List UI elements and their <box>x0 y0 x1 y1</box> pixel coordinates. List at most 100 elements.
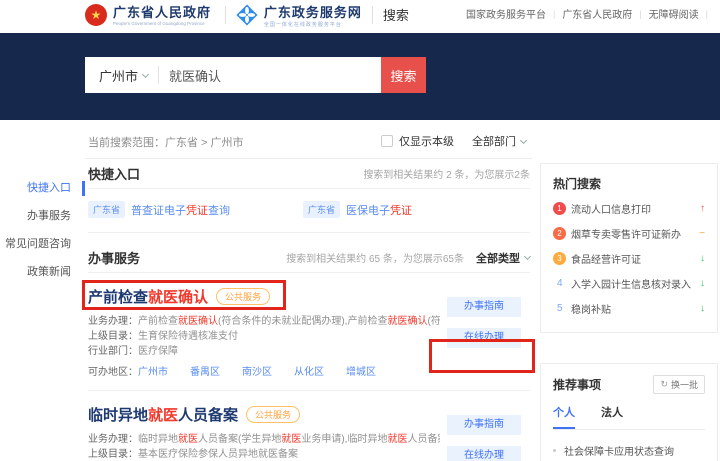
scope-row: 当前搜索范围：广东省 > 广州市 仅显示本级 全部部门 <box>0 120 720 158</box>
search-input[interactable] <box>159 68 381 83</box>
online-apply-button[interactable]: 在线办理 <box>447 328 521 348</box>
main-content: 快捷入口 搜索到相关结果约 2 条，为您展示2条 广东省 普查证电子凭证查询 广… <box>85 158 532 461</box>
detail-value: 临时异地就医人员备案(学生异地就医业务申请),临时异地就医人员备案(其他临时异地… <box>138 434 440 445</box>
type-filter-value: 全部类型 <box>476 250 520 266</box>
hot-search-item[interactable]: 2 烟草专卖零售许可证新办 − <box>553 221 705 246</box>
tab-legal-person[interactable]: 法人 <box>601 404 623 429</box>
region-link[interactable]: 从化区 <box>294 367 324 378</box>
search-bar: 广州市 搜索 <box>85 57 426 93</box>
header-search-link[interactable]: 搜索 <box>383 5 409 24</box>
service-title-row: 产前检查就医确认 公共服务 <box>88 285 430 307</box>
hot-search-item[interactable]: 4 入学入园计生信息核对录入 ↓ <box>553 271 705 296</box>
chevron-down-icon <box>142 70 149 77</box>
trend-down-icon: ↓ <box>693 303 705 314</box>
type-filter-dropdown[interactable]: 全部类型 <box>476 250 530 266</box>
only-current-label: 仅显示本级 <box>399 133 454 149</box>
nav-item-services[interactable]: 办事服务 <box>0 202 85 230</box>
scope-filters: 仅显示本级 全部部门 <box>381 133 526 149</box>
regions-label: 可办地区： <box>88 367 138 378</box>
online-apply-button[interactable]: 在线办理 <box>447 446 521 461</box>
quick-link[interactable]: 广东省 医保电子凭证 <box>303 201 518 218</box>
region-link[interactable]: 南沙区 <box>242 367 272 378</box>
service-details: 业务办理：临时异地就医人员备案(学生异地就医业务申请),临时异地就医人员备案(其… <box>88 432 440 461</box>
national-emblem-icon: ★ <box>85 4 107 26</box>
hot-search-item[interactable]: 5 稳岗补贴 ↓ <box>553 296 705 321</box>
guide-button[interactable]: 办事指南 <box>447 297 521 317</box>
hot-search-label: 食品经营许可证 <box>571 251 693 266</box>
portal-logo-text: 广东政务服务网 全国一体化在线政务服务平台 <box>264 6 362 28</box>
detail-label: 业务办理： <box>88 316 138 327</box>
quick-link-text: 医保电子凭证 <box>346 202 412 218</box>
quick-entry-title: 快捷入口 <box>88 164 140 183</box>
link-national-platform[interactable]: 国家政务服务平台 <box>466 6 546 21</box>
detail-row-parent: 上级目录：基本医疗保险参保人员异地就医备案 <box>88 447 440 461</box>
region-link[interactable]: 番禺区 <box>190 367 220 378</box>
chevron-down-icon <box>524 253 531 260</box>
link-accessibility[interactable]: 无障碍阅读 <box>649 6 699 21</box>
bullet-dot-icon <box>553 449 556 452</box>
rank-number: 5 <box>553 303 571 314</box>
region-tag: 广东省 <box>88 201 125 218</box>
services-filters: 搜索到相关结果约 65 条，为您展示65条 全部类型 <box>286 250 530 266</box>
detail-row-business: 业务办理：临时异地就医人员备案(学生异地就医业务申请),临时异地就医人员备案(其… <box>88 432 440 447</box>
service-item-remote-medical-record: 临时异地就医人员备案 公共服务 业务办理：临时异地就医人员备案(学生异地就医业务… <box>88 391 530 461</box>
detail-value: 产前检查就医确认(符合条件的未就业配偶办理),产前检查就医确认(符合条件的职工办… <box>138 316 440 327</box>
recommend-card: 推荐事项 ↻ 换一批 个人 法人 社会保障卡应用状态查询 <box>540 363 718 461</box>
detail-row-parent: 上级目录：生育保险待遇核准支付 <box>88 329 440 344</box>
public-service-badge: 公共服务 <box>246 406 300 423</box>
portal-title: 广东政务服务网 <box>264 6 362 19</box>
nav-item-policy-news[interactable]: 政策新闻 <box>0 258 85 286</box>
rank-badge: 2 <box>553 227 571 240</box>
services-header: 办事服务 搜索到相关结果约 65 条，为您展示65条 全部类型 <box>88 243 530 273</box>
tab-personal[interactable]: 个人 <box>553 404 575 429</box>
service-title-row: 临时异地就医人员备案 公共服务 <box>88 403 430 425</box>
search-banner: 广州市 搜索 <box>0 33 720 120</box>
portal-logo[interactable]: 广东政务服务网 全国一体化在线政务服务平台 <box>236 6 362 28</box>
services-result-note: 搜索到相关结果约 65 条，为您展示65条 <box>286 250 464 265</box>
quick-entry-header: 快捷入口 搜索到相关结果约 2 条，为您展示2条 <box>88 159 530 189</box>
header-divider <box>372 6 373 24</box>
top-links: 国家政务服务平台 | 广东省人民政府 | 无障碍阅读 | <box>466 6 715 21</box>
recommend-title: 推荐事项 <box>553 376 601 393</box>
recommend-item[interactable]: 社会保障卡应用状态查询 <box>553 437 705 461</box>
recommend-tabs: 个人 法人 <box>553 404 705 430</box>
region-link[interactable]: 增城区 <box>346 367 376 378</box>
service-buttons: 办事指南 在线办理 <box>447 297 521 348</box>
gov-logo[interactable]: ★ 广东省人民政府 People's Government of Guangdo… <box>85 6 215 27</box>
quick-links: 广东省 普查证电子凭证查询 广东省 医保电子凭证 <box>88 189 530 233</box>
service-buttons: 办事指南 在线办理 <box>447 415 521 461</box>
nav-item-quick-entry[interactable]: 快捷入口 <box>0 174 85 202</box>
region-link[interactable]: 广州市 <box>138 367 168 378</box>
quick-entry-section: 快捷入口 搜索到相关结果约 2 条，为您展示2条 广东省 普查证电子凭证查询 广… <box>88 159 530 233</box>
link-provincial-gov[interactable]: 广东省人民政府 <box>562 6 632 21</box>
refresh-batch-button[interactable]: ↻ 换一批 <box>653 375 705 394</box>
body: 快捷入口 办事服务 常见问题咨询 政策新闻 快捷入口 搜索到相关结果约 2 条，… <box>0 158 720 461</box>
quick-link[interactable]: 广东省 普查证电子凭证查询 <box>88 201 303 218</box>
trend-flat-icon: − <box>693 228 705 239</box>
top-link-separator: | <box>553 9 555 19</box>
detail-row-dept: 行业部门：医疗保障 <box>88 344 440 359</box>
city-selector[interactable]: 广州市 <box>85 66 158 85</box>
recommend-header: 推荐事项 ↻ 换一批 <box>553 375 705 394</box>
refresh-icon: ↻ <box>660 379 668 390</box>
portal-flower-icon <box>236 4 258 26</box>
detail-value: 医疗保障 <box>138 346 178 357</box>
detail-value: 基本医疗保险参保人员异地就医备案 <box>138 449 298 460</box>
detail-value: 生育保险待遇核准支付 <box>138 331 238 342</box>
service-title-link[interactable]: 产前检查就医确认 <box>88 286 208 307</box>
detail-row-business: 业务办理：产前检查就医确认(符合条件的未就业配偶办理),产前检查就医确认(符合条… <box>88 314 440 329</box>
hot-search-item[interactable]: 1 流动人口信息打印 ↑ <box>553 196 705 221</box>
services-title: 办事服务 <box>88 248 140 267</box>
top-header: ★ 广东省人民政府 People's Government of Guangdo… <box>0 0 720 33</box>
dept-filter-dropdown[interactable]: 全部部门 <box>472 133 526 149</box>
service-title-link[interactable]: 临时异地就医人员备案 <box>88 404 238 425</box>
left-nav: 快捷入口 办事服务 常见问题咨询 政策新闻 <box>0 158 85 286</box>
search-button[interactable]: 搜索 <box>381 57 426 93</box>
nav-item-faq[interactable]: 常见问题咨询 <box>0 230 85 258</box>
only-current-checkbox[interactable] <box>381 135 393 147</box>
detail-label: 上级目录： <box>88 331 138 342</box>
hot-search-item[interactable]: 3 食品经营许可证 ↓ <box>553 246 705 271</box>
dept-filter-value: 全部部门 <box>472 133 516 149</box>
service-item-prenatal-check: 产前检查就医确认 公共服务 业务办理：产前检查就医确认(符合条件的未就业配偶办理… <box>88 273 530 391</box>
guide-button[interactable]: 办事指南 <box>447 415 521 435</box>
